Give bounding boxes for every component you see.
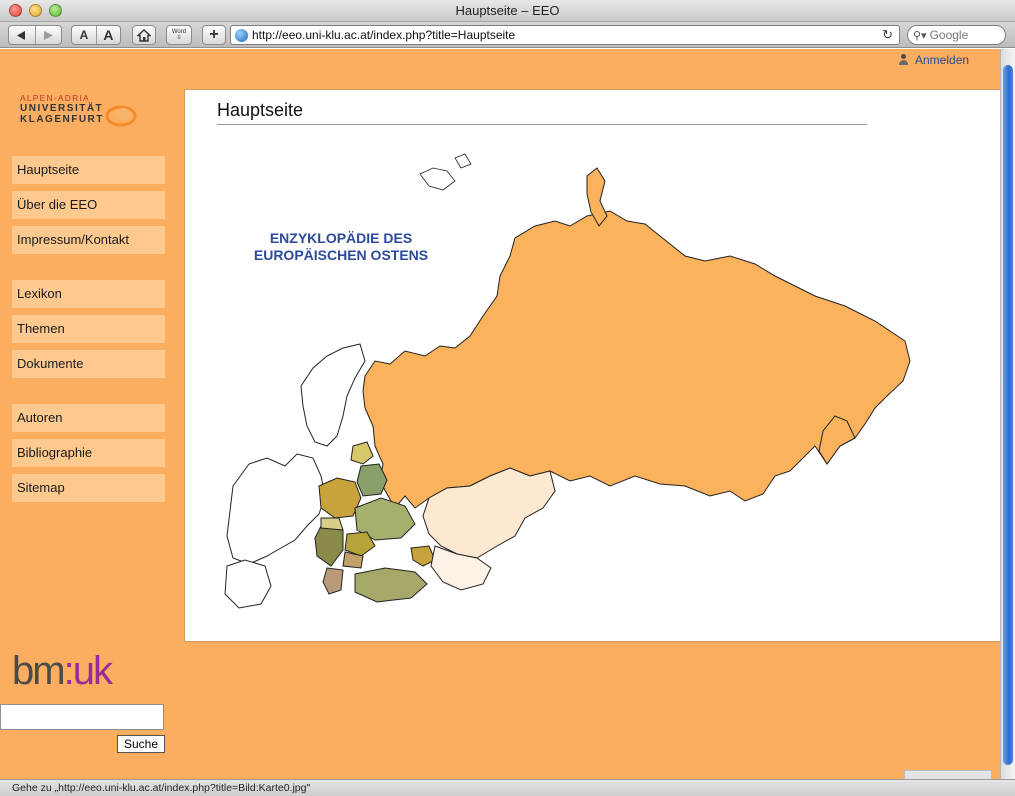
add-bookmark-button[interactable]: + <box>202 25 226 45</box>
sidebar-search-input[interactable] <box>0 704 164 730</box>
text-size-buttons: A A <box>71 25 121 45</box>
map-region-greece[interactable] <box>322 567 344 595</box>
sidebar-item-themen[interactable]: Themen <box>12 315 165 343</box>
login-link[interactable]: Anmelden <box>898 53 969 67</box>
text-smaller-button[interactable]: A <box>72 26 96 44</box>
title-bar: Hauptseite – EEO <box>0 0 1015 22</box>
university-logo[interactable]: ALPEN-ADRIA UNIVERSITÄT KLAGENFURT <box>20 93 145 133</box>
sidebar-item-hauptseite[interactable]: Hauptseite <box>12 156 165 184</box>
map-region-western-europe[interactable] <box>226 453 326 565</box>
map-region-svalbard <box>419 153 472 191</box>
logo-swirl-icon <box>105 105 137 127</box>
window-title: Hauptseite – EEO <box>455 3 560 18</box>
page-title: Hauptseite <box>217 100 867 125</box>
page: Anmelden ALPEN-ADRIA UNIVERSITÄT KLAGENF… <box>0 49 1000 779</box>
map-region-hungary[interactable] <box>320 517 344 531</box>
map-region-scandinavia[interactable] <box>300 343 366 447</box>
word-icon: ≡ <box>177 35 181 41</box>
reload-icon[interactable]: ↻ <box>882 27 893 43</box>
sidebar-item-sitemap[interactable]: Sitemap <box>12 474 165 502</box>
user-icon <box>898 54 909 66</box>
map-region-baltics[interactable] <box>350 441 374 465</box>
back-button[interactable] <box>9 26 35 44</box>
home-button[interactable] <box>132 25 156 45</box>
sidebar-item-ueber-die-eeo[interactable]: Über die EEO <box>12 191 165 219</box>
sponsor-text-b: :uk <box>63 649 113 693</box>
nav-buttons <box>8 25 62 45</box>
map-title: ENZYKLOPÄDIE DES EUROPÄISCHEN OSTENS <box>241 230 441 264</box>
forward-button[interactable] <box>34 26 61 44</box>
address-bar[interactable]: ↻ <box>230 25 900 45</box>
back-arrow-icon <box>17 30 26 40</box>
search-icon: ⚲▾ <box>913 29 927 42</box>
globe-icon <box>235 28 248 42</box>
map-region-turkey[interactable] <box>354 567 428 603</box>
web-search-input[interactable] <box>929 28 1002 42</box>
web-search-box[interactable]: ⚲▾ <box>907 25 1006 45</box>
map-region-iberia[interactable] <box>224 559 272 609</box>
sidebar-item-autoren[interactable]: Autoren <box>12 404 165 432</box>
login-label: Anmelden <box>915 53 970 67</box>
text-bigger-button[interactable]: A <box>95 26 120 44</box>
powered-by-badge[interactable] <box>904 770 992 779</box>
map-title-line2: EUROPÄISCHEN OSTENS <box>253 247 429 263</box>
plus-icon: + <box>209 26 219 43</box>
home-icon <box>137 28 151 42</box>
sidebar-item-dokumente[interactable]: Dokumente <box>12 350 165 378</box>
europe-map-image[interactable] <box>215 146 915 616</box>
vertical-scrollbar[interactable] <box>1000 49 1015 779</box>
sponsor-logo[interactable]: bm:uk <box>12 649 113 694</box>
main-content: Hauptseite ENZYKLOPÄDIE DES EUROPÄISCHEN… <box>184 89 1000 642</box>
map-region-balkans[interactable] <box>314 525 344 567</box>
map-region-poland[interactable] <box>318 477 362 519</box>
sponsor-text-a: bm <box>12 649 66 693</box>
search-button[interactable]: Suche <box>117 735 165 753</box>
url-input[interactable] <box>252 28 882 42</box>
map-title-line1: ENZYKLOPÄDIE DES <box>269 230 413 246</box>
sidebar-item-bibliographie[interactable]: Bibliographie <box>12 439 165 467</box>
scrollbar-thumb[interactable] <box>1003 65 1013 765</box>
status-bar: Gehe zu „http://eeo.uni-klu.ac.at/index.… <box>0 779 1015 796</box>
browser-toolbar: A A Word ≡ + ↻ ⚲▾ <box>0 22 1015 48</box>
forward-arrow-icon <box>43 30 53 40</box>
sidebar-item-impressum[interactable]: Impressum/Kontakt <box>12 226 165 254</box>
sidebar-item-lexikon[interactable]: Lexikon <box>12 280 165 308</box>
word-button[interactable]: Word ≡ <box>166 25 192 45</box>
